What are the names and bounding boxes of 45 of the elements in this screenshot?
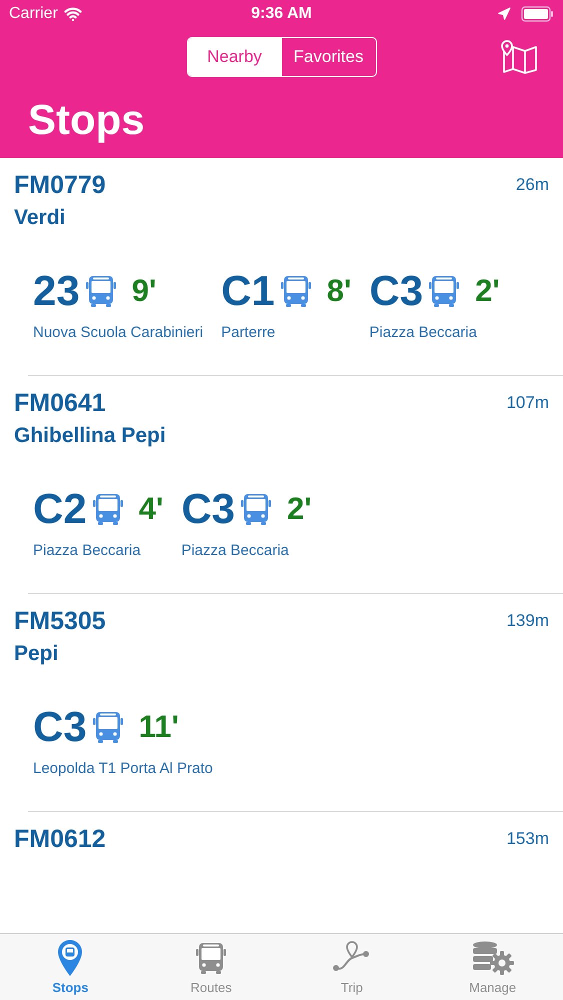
arrival-minutes: 2' [287,490,312,528]
page-title: Stops [27,95,146,145]
route-number: 23 [33,267,80,315]
wifi-icon [64,5,82,23]
map-button[interactable] [501,40,539,74]
stop-name: Pepi [14,641,60,667]
stop-code: FM0779 [14,170,106,200]
tab-item[interactable]: Manage [422,934,563,1000]
stop-code: FM5305 [14,606,106,636]
route-number: C3 [369,267,424,315]
bus-stop-pin-icon [58,940,82,976]
tab-item[interactable]: Trip [282,934,422,1000]
stop-distance: 107m [506,392,549,414]
route-destination: Piazza Beccaria [181,541,290,561]
route-number: C2 [33,485,87,533]
route-destination: Leopolda T1 Porta Al Prato [33,759,213,779]
route-number: C1 [221,267,275,315]
clock-time: 9:36 AM [251,4,312,24]
route-number: C3 [181,485,236,533]
stop-code: FM0641 [14,388,106,418]
arrival-minutes: 4' [138,490,164,528]
stop-distance: 139m [506,610,549,632]
arrival-minutes: 2' [475,272,500,310]
stop-distance: 26m [516,174,549,196]
route-number: C3 [33,703,87,751]
database-gear-icon [470,940,515,976]
map-icon [501,40,539,74]
battery-icon [521,6,554,22]
stop-name: Ghibellina Pepi [14,423,167,449]
stop-name: Verdi [14,205,66,231]
location-arrow-icon [497,7,512,21]
segment-tab[interactable]: Nearby [188,38,282,76]
carrier-label: Carrier [9,4,58,24]
arrival-minutes: 9' [132,272,156,310]
tab-item[interactable]: Stops [0,934,141,1000]
route-destination: Nuova Scuola Carabinieri [33,323,204,343]
arrival-minutes: 11' [138,708,179,746]
route-destination: Piazza Beccaria [369,323,478,343]
route-destination: Parterre [221,323,276,343]
stop-distance: 153m [506,828,549,850]
stop-code: FM0612 [14,824,106,854]
segment-tab[interactable]: Favorites [282,38,376,76]
arrival-minutes: 8' [326,272,352,310]
route-destination: Piazza Beccaria [33,541,142,561]
tab-item[interactable]: Routes [140,934,282,1000]
